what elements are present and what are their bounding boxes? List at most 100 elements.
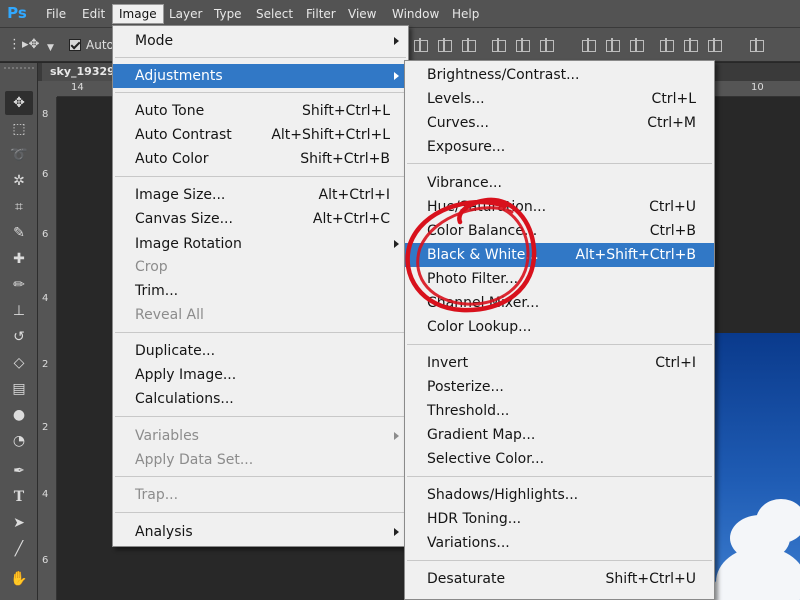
- align-right-icon[interactable]: [538, 38, 554, 52]
- menu-item-apply-image[interactable]: Apply Image...: [113, 363, 408, 387]
- type-tool-icon[interactable]: T: [5, 485, 33, 509]
- menu-item-hue-saturation[interactable]: Hue/Saturation... Ctrl+U: [405, 195, 714, 219]
- move-tool-preset-icon[interactable]: ▸✥: [22, 37, 39, 53]
- lasso-tool-icon[interactable]: ➰: [5, 143, 33, 167]
- menu-bar: Ps File Edit Image Layer Type Select Fil…: [0, 0, 800, 28]
- menu-item-color-balance[interactable]: Color Balance... Ctrl+B: [405, 219, 714, 243]
- menu-item-label: Auto Tone: [135, 103, 205, 119]
- marquee-tool-icon[interactable]: ⬚: [5, 117, 33, 141]
- menu-item-shortcut: Alt+Shift+Ctrl+L: [271, 127, 390, 143]
- menu-item-label: Reveal All: [135, 307, 204, 323]
- menu-item-auto-contrast[interactable]: Auto Contrast Alt+Shift+Ctrl+L: [113, 123, 408, 147]
- eyedropper-tool-icon[interactable]: ✎: [5, 221, 33, 245]
- menu-item-shortcut: Shift+Ctrl+B: [300, 151, 390, 167]
- align-hcenter-icon[interactable]: [514, 38, 530, 52]
- menu-item-desaturate[interactable]: Desaturate Shift+Ctrl+U: [405, 567, 714, 591]
- menu-filter[interactable]: Filter: [300, 4, 342, 24]
- align-top-icon[interactable]: [412, 38, 428, 52]
- auto-align-icon[interactable]: [748, 38, 764, 52]
- clone-stamp-tool-icon[interactable]: ⊥: [5, 299, 33, 323]
- menu-item-gradient-map[interactable]: Gradient Map...: [405, 423, 714, 447]
- menu-item-shortcut: Ctrl+M: [647, 115, 696, 131]
- menu-image[interactable]: Image: [112, 4, 164, 24]
- panel-grip-icon[interactable]: [4, 67, 34, 73]
- crop-tool-icon[interactable]: ⌗: [5, 195, 33, 219]
- menu-view[interactable]: View: [342, 4, 382, 24]
- move-tool-icon[interactable]: ✥: [5, 91, 33, 115]
- menu-item-hdr-toning[interactable]: HDR Toning...: [405, 507, 714, 531]
- menu-item-adjustments[interactable]: Adjustments: [113, 64, 408, 88]
- menu-item-variations[interactable]: Variations...: [405, 531, 714, 555]
- menu-item-invert[interactable]: Invert Ctrl+I: [405, 351, 714, 375]
- ruler-corner[interactable]: [38, 81, 57, 97]
- menu-item-curves[interactable]: Curves... Ctrl+M: [405, 111, 714, 135]
- line-tool-icon[interactable]: ╱: [5, 537, 33, 561]
- document-tab[interactable]: sky_19329: [42, 63, 123, 81]
- distribute-left-icon[interactable]: [658, 38, 674, 52]
- menu-item-label: Vibrance...: [427, 175, 502, 191]
- pen-tool-icon[interactable]: ✒: [5, 459, 33, 483]
- menu-edit[interactable]: Edit: [76, 4, 111, 24]
- align-bottom-icon[interactable]: [460, 38, 476, 52]
- distribute-hcenter-icon[interactable]: [682, 38, 698, 52]
- chevron-down-icon[interactable]: ▼: [47, 40, 54, 56]
- hand-tool-icon[interactable]: ✋: [5, 567, 33, 591]
- menu-item-brightness-contrast[interactable]: Brightness/Contrast...: [405, 63, 714, 87]
- magic-wand-tool-icon[interactable]: ✲: [5, 169, 33, 193]
- menu-separator: [115, 416, 406, 417]
- menu-item-reveal-all: Reveal All: [113, 303, 408, 327]
- menu-layer[interactable]: Layer: [163, 4, 208, 24]
- eraser-tool-icon[interactable]: ◇: [5, 351, 33, 375]
- menu-item-analysis[interactable]: Analysis: [113, 520, 408, 544]
- menu-window[interactable]: Window: [386, 4, 445, 24]
- menu-item-image-size[interactable]: Image Size... Alt+Ctrl+I: [113, 183, 408, 207]
- menu-type[interactable]: Type: [208, 4, 248, 24]
- menu-item-auto-tone[interactable]: Auto Tone Shift+Ctrl+L: [113, 99, 408, 123]
- align-vcenter-icon[interactable]: [436, 38, 452, 52]
- menu-item-label: Invert: [427, 355, 469, 371]
- distribute-right-icon[interactable]: [706, 38, 722, 52]
- menu-item-duplicate[interactable]: Duplicate...: [113, 339, 408, 363]
- blur-tool-icon[interactable]: ●: [5, 403, 33, 427]
- menu-item-label: Calculations...: [135, 391, 234, 407]
- menu-item-mode[interactable]: Mode: [113, 29, 408, 53]
- menu-item-auto-color[interactable]: Auto Color Shift+Ctrl+B: [113, 147, 408, 171]
- vertical-ruler[interactable]: 8 6 6 4 2 2 4 6: [38, 97, 57, 600]
- align-left-icon[interactable]: [490, 38, 506, 52]
- menu-item-channel-mixer[interactable]: Channel Mixer...: [405, 291, 714, 315]
- menu-item-posterize[interactable]: Posterize...: [405, 375, 714, 399]
- sky-photo[interactable]: [712, 333, 800, 600]
- menu-item-image-rotation[interactable]: Image Rotation: [113, 232, 408, 256]
- menu-item-label: Canvas Size...: [135, 211, 233, 227]
- menu-item-trim[interactable]: Trim...: [113, 279, 408, 303]
- menu-item-shadows-highlights[interactable]: Shadows/Highlights...: [405, 483, 714, 507]
- menu-item-canvas-size[interactable]: Canvas Size... Alt+Ctrl+C: [113, 207, 408, 231]
- menu-item-threshold[interactable]: Threshold...: [405, 399, 714, 423]
- history-brush-tool-icon[interactable]: ↺: [5, 325, 33, 349]
- menu-item-photo-filter[interactable]: Photo Filter...: [405, 267, 714, 291]
- distribute-bottom-icon[interactable]: [628, 38, 644, 52]
- menu-item-black-white[interactable]: Black & White... Alt+Shift+Ctrl+B: [405, 243, 714, 267]
- brush-tool-icon[interactable]: ✏: [5, 273, 33, 297]
- gradient-tool-icon[interactable]: ▤: [5, 377, 33, 401]
- menu-select[interactable]: Select: [250, 4, 299, 24]
- menu-item-label: Image Size...: [135, 187, 226, 203]
- distribute-top-icon[interactable]: [580, 38, 596, 52]
- menu-separator: [115, 176, 406, 177]
- path-selection-tool-icon[interactable]: ➤: [5, 511, 33, 535]
- healing-brush-tool-icon[interactable]: ✚: [5, 247, 33, 271]
- ruler-label: 2: [42, 359, 49, 370]
- menu-item-crop: Crop: [113, 255, 408, 279]
- menu-item-calculations[interactable]: Calculations...: [113, 387, 408, 411]
- menu-help[interactable]: Help: [446, 4, 485, 24]
- distribute-vcenter-icon[interactable]: [604, 38, 620, 52]
- menu-item-selective-color[interactable]: Selective Color...: [405, 447, 714, 471]
- menu-item-levels[interactable]: Levels... Ctrl+L: [405, 87, 714, 111]
- menu-item-color-lookup[interactable]: Color Lookup...: [405, 315, 714, 339]
- menu-item-vibrance[interactable]: Vibrance...: [405, 171, 714, 195]
- auto-select-checkbox[interactable]: [69, 39, 81, 51]
- menu-file[interactable]: File: [40, 4, 72, 24]
- menu-item-exposure[interactable]: Exposure...: [405, 135, 714, 159]
- menu-separator: [407, 560, 712, 561]
- dodge-tool-icon[interactable]: ◔: [5, 429, 33, 453]
